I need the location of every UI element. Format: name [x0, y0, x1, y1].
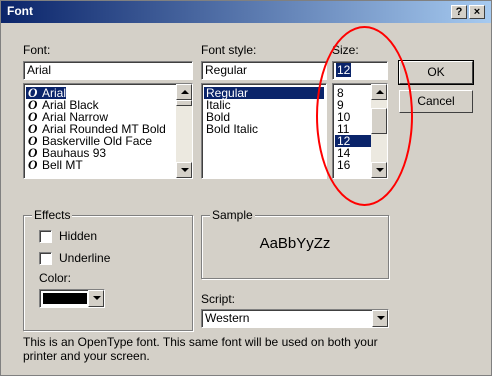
scroll-down-button[interactable]: [371, 162, 387, 178]
chevron-down-icon: [93, 296, 101, 300]
arrow-up-icon: [181, 90, 189, 94]
effects-title: Effects: [32, 208, 73, 222]
color-swatch: [43, 293, 87, 304]
font-style-list[interactable]: Regular Italic Bold Bold Italic: [201, 83, 327, 179]
color-dropdown-button[interactable]: [88, 290, 104, 307]
font-style-label: Font style:: [201, 43, 257, 57]
size-list-item[interactable]: 16: [335, 159, 350, 171]
ok-button[interactable]: OK: [398, 60, 474, 85]
underline-label: Underline: [59, 251, 111, 265]
arrow-down-icon: [181, 168, 189, 172]
font-list-item[interactable]: O Bell MT: [26, 157, 83, 172]
scroll-up-button[interactable]: [176, 84, 192, 100]
font-dialog: Font ? × Font: Arial O Arial O Arial Black…: [0, 0, 492, 376]
underline-checkbox[interactable]: [39, 252, 52, 265]
font-label: Font:: [23, 43, 51, 57]
color-picker[interactable]: [39, 289, 105, 308]
font-list[interactable]: O Arial O Arial Black O Arial Narrow O Arial…: [23, 83, 193, 179]
window-title: Font: [7, 4, 33, 18]
font-style-item[interactable]: Bold Italic: [204, 123, 258, 135]
script-select[interactable]: Western: [201, 309, 389, 328]
arrow-down-icon: [376, 168, 384, 172]
help-button[interactable]: ?: [451, 5, 467, 19]
opentype-icon: O: [28, 157, 38, 172]
font-name-input[interactable]: Arial: [23, 61, 193, 80]
sample-title: Sample: [210, 208, 255, 222]
script-value: Western: [205, 311, 250, 325]
hidden-checkbox[interactable]: [39, 230, 52, 243]
title-bar[interactable]: Font ? ×: [1, 1, 491, 23]
font-description-line1: This is an OpenType font. This same font…: [23, 335, 378, 349]
close-button[interactable]: ×: [469, 5, 485, 19]
color-label: Color:: [39, 271, 72, 285]
scroll-up-button[interactable]: [371, 84, 387, 100]
script-dropdown-button[interactable]: [372, 310, 388, 327]
font-list-scrollbar[interactable]: [176, 84, 192, 178]
font-style-input[interactable]: Regular: [201, 61, 327, 80]
sample-text: AaBbYyZz: [259, 235, 331, 252]
arrow-up-icon: [376, 90, 384, 94]
size-input[interactable]: 12: [332, 61, 388, 80]
font-description-line2: printer and your screen.: [23, 349, 150, 363]
cancel-button[interactable]: Cancel: [399, 90, 473, 113]
size-list-scrollbar[interactable]: [371, 84, 387, 178]
scroll-thumb[interactable]: [371, 108, 387, 134]
size-label: Size:: [332, 43, 359, 57]
script-label: Script:: [201, 292, 236, 306]
chevron-down-icon: [377, 316, 385, 320]
size-input-value: 12: [336, 63, 352, 77]
size-list[interactable]: 8 9 10 11 12 14 16: [332, 83, 388, 179]
scroll-down-button[interactable]: [176, 162, 192, 178]
scroll-thumb[interactable]: [176, 100, 192, 106]
hidden-label: Hidden: [59, 229, 98, 243]
